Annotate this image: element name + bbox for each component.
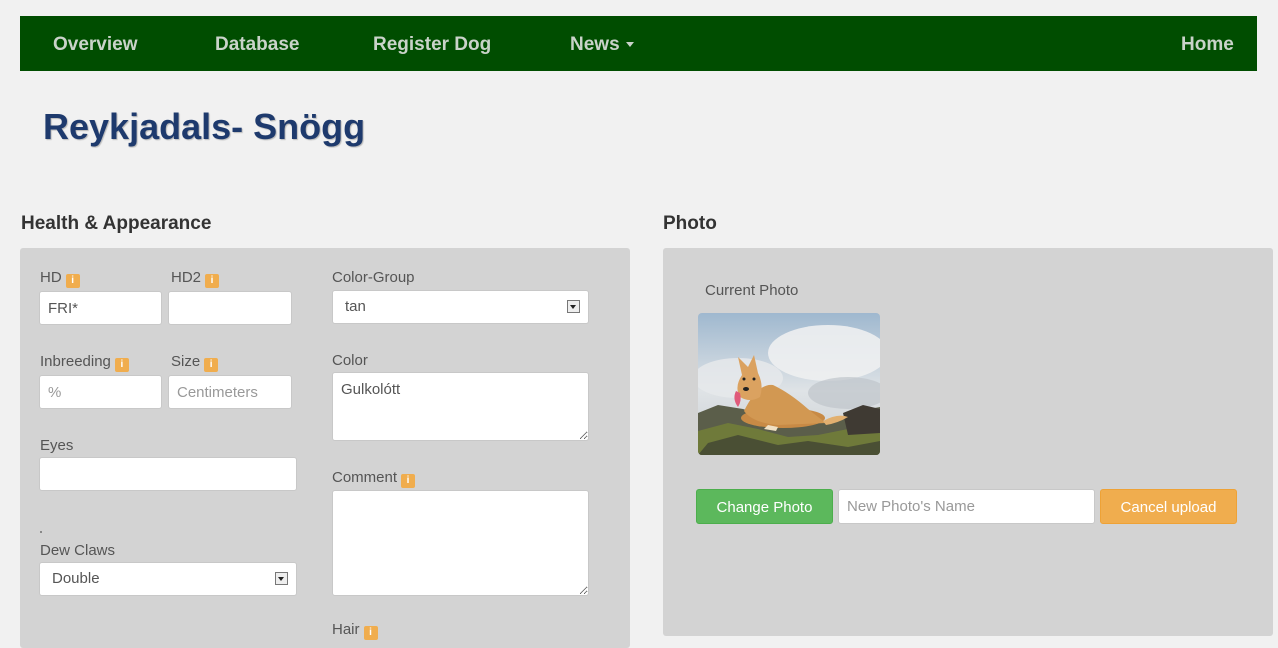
- dew-claws-value: Double: [52, 570, 100, 587]
- color-textarea[interactable]: Gulkolótt: [332, 372, 589, 441]
- info-icon[interactable]: i: [401, 474, 416, 488]
- size-label: Size: [171, 353, 201, 370]
- new-photo-name-input[interactable]: [838, 489, 1095, 524]
- change-photo-button[interactable]: Change Photo: [696, 489, 833, 524]
- photo-heading: Photo: [663, 213, 717, 234]
- dew-claws-label: Dew Claws: [40, 542, 116, 559]
- current-photo-label: Current Photo: [705, 282, 799, 299]
- comment-label-group: Comment i: [332, 469, 416, 488]
- select-arrow-icon: [275, 572, 288, 585]
- hd-input[interactable]: [39, 291, 162, 325]
- caret-down-icon: [625, 42, 634, 48]
- size-label-group: Size i: [171, 353, 219, 372]
- hair-label-group: Hair i: [332, 621, 378, 640]
- inbreeding-input[interactable]: [39, 375, 162, 409]
- stray-dot: [40, 531, 42, 533]
- nav-home[interactable]: Home: [1181, 16, 1234, 71]
- color-group-select[interactable]: tan: [332, 290, 589, 324]
- dog-photo-illustration: [698, 313, 880, 455]
- eyes-label: Eyes: [40, 437, 74, 454]
- page-title: Reykjadals- Snögg: [43, 106, 366, 147]
- inbreeding-label: Inbreeding: [40, 353, 111, 370]
- info-icon[interactable]: i: [65, 274, 80, 288]
- select-arrow-icon: [567, 300, 580, 313]
- hd-label: HD: [40, 269, 62, 286]
- info-icon[interactable]: i: [205, 274, 220, 288]
- info-icon[interactable]: i: [204, 358, 219, 372]
- health-appearance-panel: HDi HD2i Inbreedingi Sizei Eyes Dew Claw…: [20, 248, 630, 648]
- nav-register-dog[interactable]: Register Dog: [373, 16, 491, 71]
- info-icon[interactable]: i: [114, 358, 129, 372]
- inbreeding-label-group: Inbreeding i: [40, 353, 129, 372]
- comment-textarea[interactable]: [332, 490, 589, 596]
- color-label: Color: [332, 352, 368, 369]
- hd2-label-group: HD2 i: [171, 269, 220, 288]
- hair-label: Hair: [332, 621, 360, 638]
- size-input[interactable]: [168, 375, 292, 409]
- info-icon[interactable]: i: [363, 626, 378, 640]
- color-group-value: tan: [345, 298, 366, 315]
- nav-news-label: News: [570, 34, 620, 55]
- cancel-upload-button[interactable]: Cancel upload: [1100, 489, 1237, 524]
- hd2-label: HD2: [171, 269, 202, 286]
- hd-label-group: HD i: [40, 269, 80, 288]
- dog-photo: [698, 313, 880, 455]
- eyes-input[interactable]: [39, 457, 297, 491]
- hd2-input[interactable]: [168, 291, 292, 325]
- dew-claws-select[interactable]: Double: [39, 562, 297, 596]
- color-group-label: Color-Group: [332, 269, 415, 286]
- top-navbar: Overview Database Register Dog News Home: [20, 16, 1257, 71]
- health-appearance-heading: Health & Appearance: [21, 213, 212, 234]
- nav-overview[interactable]: Overview: [53, 16, 138, 71]
- comment-label: Comment: [332, 469, 398, 486]
- nav-news-dropdown[interactable]: News: [570, 16, 634, 71]
- nav-database[interactable]: Database: [215, 16, 300, 71]
